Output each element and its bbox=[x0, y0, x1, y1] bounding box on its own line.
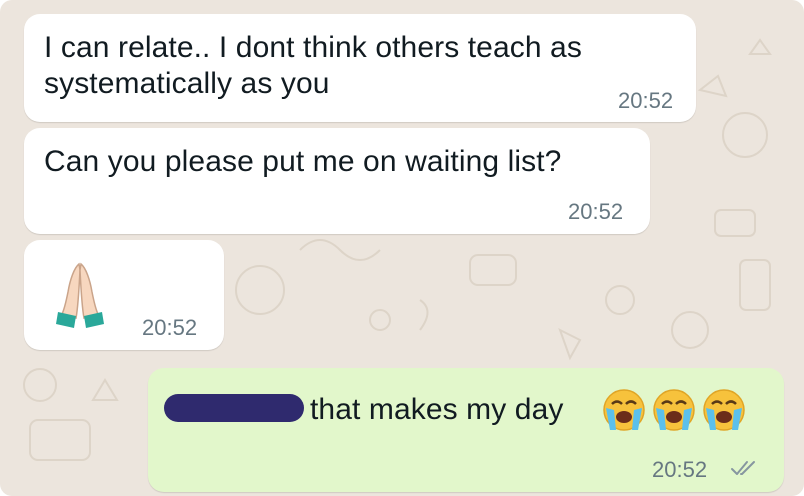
message-timestamp: 20:52 bbox=[568, 199, 624, 224]
loudly-crying-face-icon bbox=[653, 389, 695, 431]
redacted-name bbox=[164, 394, 304, 422]
message-text: that makes my day bbox=[310, 393, 564, 426]
message-bubble-incoming[interactable]: I can relate.. I dont think others teach… bbox=[24, 14, 696, 122]
chat-background: I can relate.. I dont think others teach… bbox=[0, 0, 804, 496]
double-check-read-icon bbox=[731, 461, 755, 475]
loudly-crying-face-icon bbox=[603, 389, 645, 431]
loudly-crying-face-icon bbox=[703, 389, 745, 431]
message-bubble-incoming[interactable]: Can you please put me on waiting list? 2… bbox=[24, 128, 650, 234]
folded-hands-icon bbox=[56, 262, 104, 328]
message-timestamp: 20:52 bbox=[618, 88, 674, 113]
message-bubble-outgoing[interactable]: that makes my day 20:52 bbox=[148, 368, 784, 492]
message-timestamp: 20:52 bbox=[142, 315, 198, 340]
message-bubble-incoming[interactable]: 20:52 bbox=[24, 240, 224, 350]
message-text: Can you please put me on waiting list? bbox=[44, 145, 562, 178]
message-timestamp: 20:52 bbox=[652, 457, 708, 482]
message-text: I can relate.. I dont think others teach… bbox=[44, 31, 582, 100]
